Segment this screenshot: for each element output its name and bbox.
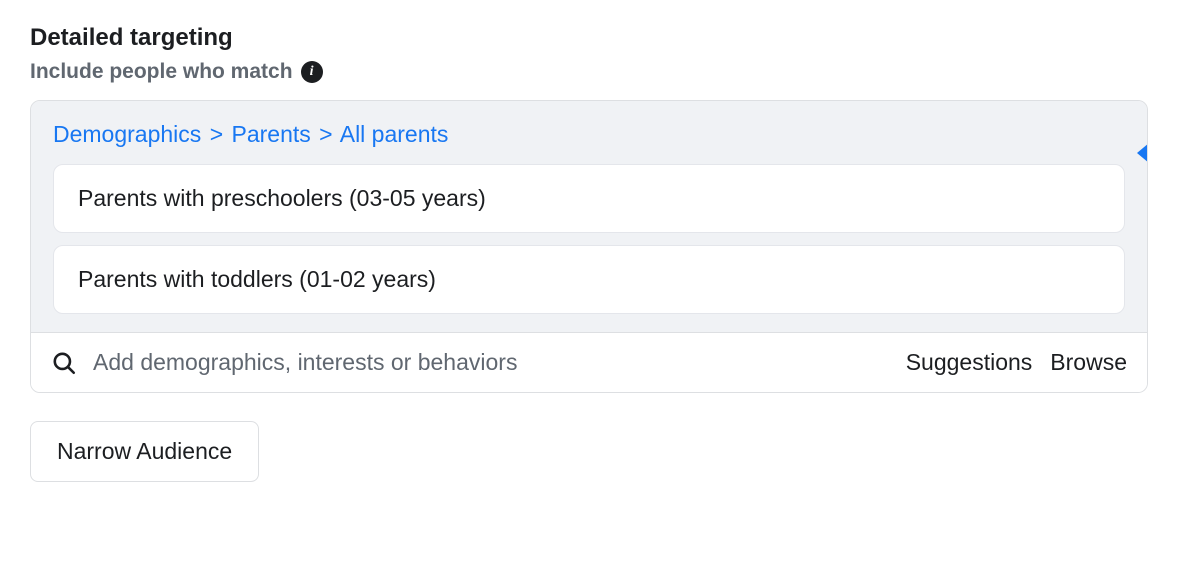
search-row: Suggestions Browse — [31, 332, 1147, 392]
subheading-row: Include people who match i — [30, 60, 1148, 84]
targeting-panel: Demographics > Parents > All parents Par… — [30, 100, 1148, 393]
browse-button[interactable]: Browse — [1050, 349, 1127, 376]
section-subtitle: Include people who match — [30, 60, 293, 84]
target-chip[interactable]: Parents with toddlers (01-02 years) — [53, 245, 1125, 314]
caret-right-icon — [1137, 143, 1148, 163]
suggestions-button[interactable]: Suggestions — [906, 349, 1033, 376]
breadcrumb-separator: > — [319, 121, 332, 147]
section-title: Detailed targeting — [30, 24, 1148, 52]
breadcrumb-separator: > — [210, 121, 223, 147]
breadcrumb-level3[interactable]: All parents — [340, 121, 449, 147]
search-icon — [51, 350, 77, 376]
search-input[interactable] — [93, 349, 890, 376]
breadcrumb-level1[interactable]: Demographics — [53, 121, 201, 147]
info-icon[interactable]: i — [301, 61, 323, 83]
target-chip[interactable]: Parents with preschoolers (03-05 years) — [53, 164, 1125, 233]
search-actions: Suggestions Browse — [906, 349, 1127, 376]
breadcrumb-level2[interactable]: Parents — [232, 121, 311, 147]
breadcrumb: Demographics > Parents > All parents — [53, 121, 1125, 148]
selection-box: Demographics > Parents > All parents Par… — [31, 101, 1147, 332]
narrow-audience-button[interactable]: Narrow Audience — [30, 421, 259, 482]
